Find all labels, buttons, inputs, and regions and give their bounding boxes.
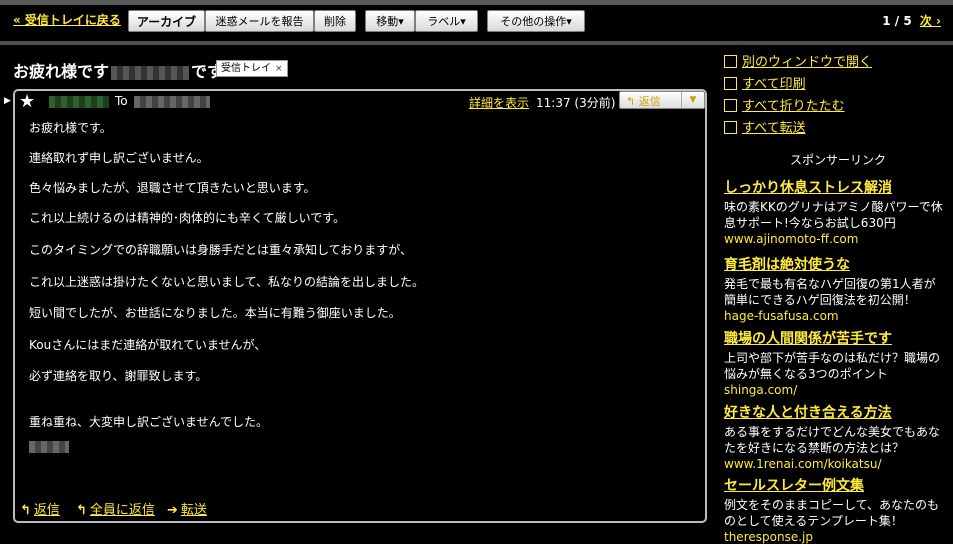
forward-all-icon — [724, 121, 737, 134]
ad-url[interactable]: www.1renai.com/koikatsu/ — [724, 457, 944, 471]
ad-item: 職場の人間関係が苦手です 上司や部下が苦手なのは私だけ？職場の悩みが無くなる3つ… — [724, 328, 944, 397]
ad-item: セールスレター例文集 例文をそのままコピーして、あなたのものとして使えるテンプレ… — [724, 475, 944, 544]
reply-button-label: ↰ 返信 — [626, 95, 661, 108]
delete-button[interactable]: 削除 — [314, 10, 356, 32]
expand-arrow-icon: ▶ — [4, 96, 11, 106]
next-link[interactable]: 次 › — [920, 14, 941, 28]
ad-url[interactable]: theresponse.jp — [724, 530, 944, 544]
open-new-window-link[interactable]: 別のウィンドウで開く — [742, 55, 872, 70]
body-line: これ以上迷惑は掛けたくないと思いまして、私なりの結論を出しました。 — [29, 275, 425, 289]
ad-title[interactable]: しっかり休息ストレス解消 — [724, 177, 944, 197]
collapse-all-action[interactable]: すべて折りたたむ — [724, 95, 845, 114]
ad-description: 上司や部下が苦手なのは私だけ？職場の悩みが無くなる3つのポイント — [724, 351, 941, 381]
body-line: お疲れ様です。 — [29, 121, 112, 135]
archive-button[interactable]: アーカイブ — [128, 10, 205, 32]
redacted-sender — [49, 96, 109, 108]
body-line: Kouさんにはまだ連絡が取れていませんが、 — [29, 338, 267, 352]
reply-action[interactable]: ↰ 返信 — [20, 499, 60, 518]
pager: 1 / 5 次 › — [882, 10, 941, 32]
forward-icon: ➔ — [167, 503, 178, 518]
redacted-signature — [29, 441, 69, 453]
ad-description: ある事をするだけでどんな美女でもあなたを好きになる禁断の方法とは？ — [724, 425, 941, 455]
print-all-action[interactable]: すべて印刷 — [724, 73, 806, 92]
label-chip-text: 受信トレイ — [221, 63, 271, 74]
report-spam-button[interactable]: 迷惑メールを報告 — [205, 10, 314, 32]
remove-label-icon[interactable]: × — [275, 64, 283, 74]
labels-button[interactable]: ラベル▾ — [415, 10, 478, 32]
message-panel: ★ To 詳細を表示 11:37 (3分前) ↰ 返信 ▼ お疲れ様です。 連絡… — [13, 89, 707, 523]
ad-title[interactable]: 職場の人間関係が苦手です — [724, 328, 944, 348]
forward-all-action[interactable]: すべて転送 — [724, 117, 806, 136]
toolbar-separator — [0, 41, 953, 45]
inbox-label-chip: 受信トレイ × — [216, 60, 288, 77]
collapse-all-link[interactable]: すべて折りたたむ — [742, 99, 845, 114]
sponsor-links-title: スポンサーリンク — [790, 153, 887, 167]
move-button[interactable]: 移動▾ — [365, 10, 415, 32]
reply-icon: ↰ — [20, 503, 31, 518]
subject-text-start: お疲れ様です — [13, 62, 110, 81]
body-line: これ以上続けるのは精神的･肉体的にも辛くて厳しいです。 — [29, 211, 346, 225]
ad-item: 育毛剤は絶対使うな 発毛で最も有名なハゲ回復の第1人者が簡単にできるハゲ回復法を… — [724, 254, 944, 323]
body-line: 必ず連絡を取り、謝罪致します。 — [29, 369, 208, 383]
reply-all-icon: ↰ — [76, 503, 87, 518]
more-actions-button[interactable]: その他の操作▾ — [487, 10, 585, 32]
reply-all-link[interactable]: 全員に返信 — [90, 503, 155, 518]
ad-item: 好きな人と付き合える方法 ある事をするだけでどんな美女でもあなたを好きになる禁断… — [724, 402, 944, 471]
body-line: 重ね重ね、大変申し訳ございませんでした。 — [29, 415, 269, 429]
message-time: 11:37 (3分前) — [536, 96, 616, 110]
reply-dropdown-icon[interactable]: ▼ — [681, 92, 704, 108]
forward-link[interactable]: 転送 — [181, 503, 207, 518]
ad-url[interactable]: www.ajinomoto-ff.com — [724, 232, 944, 246]
reply-link[interactable]: 返信 — [34, 503, 60, 518]
print-all-link[interactable]: すべて印刷 — [742, 77, 806, 92]
print-icon — [724, 77, 737, 90]
ad-title[interactable]: 育毛剤は絶対使うな — [724, 254, 944, 274]
forward-all-link[interactable]: すべて転送 — [742, 121, 806, 136]
subject-line: お疲れ様です です — [13, 58, 223, 82]
new-window-icon — [724, 55, 737, 68]
collapse-icon — [724, 99, 737, 112]
forward-action[interactable]: ➔ 転送 — [167, 499, 207, 518]
reply-all-action[interactable]: ↰ 全員に返信 — [76, 499, 155, 518]
ad-title[interactable]: 好きな人と付き合える方法 — [724, 402, 944, 422]
ad-title[interactable]: セールスレター例文集 — [724, 475, 944, 495]
star-icon[interactable]: ★ — [19, 91, 35, 112]
body-line: 連絡取れず申し訳ございません。 — [29, 151, 209, 165]
ad-url[interactable]: shinga.com/ — [724, 383, 944, 397]
body-line: 色々悩みましたが、退職させて頂きたいと思います。 — [29, 181, 316, 195]
ad-description: 味の素KKのグリナはアミノ酸パワーで休息サポート!今ならお試し630円 — [724, 200, 943, 230]
open-new-window-action[interactable]: 別のウィンドウで開く — [724, 51, 872, 70]
ad-description: 発毛で最も有名なハゲ回復の第1人者が簡単にできるハゲ回復法を初公開！ — [724, 277, 936, 307]
back-to-inbox-link[interactable]: « 受信トレイに戻る — [13, 10, 121, 30]
show-details-link[interactable]: 詳細を表示 — [469, 94, 529, 111]
reply-button[interactable]: ↰ 返信 ▼ — [619, 91, 705, 109]
page-count: 1 / 5 — [882, 14, 912, 28]
toolbar: « 受信トレイに戻る アーカイブ 迷惑メールを報告 削除 移動▾ ラベル▾ その… — [0, 5, 953, 41]
redacted-name — [111, 65, 190, 80]
ad-description: 例文をそのままコピーして、あなたのものとして使えるテンプレート集！ — [724, 498, 940, 528]
body-line: 短い間でしたが、お世話になりました。本当に有難う御座いました。 — [29, 306, 401, 320]
ad-url[interactable]: hage-fusafusa.com — [724, 309, 944, 323]
ad-item: しっかり休息ストレス解消 味の素KKのグリナはアミノ酸パワーで休息サポート!今な… — [724, 177, 944, 246]
redacted-recipient — [134, 96, 210, 108]
body-line: このタイミングでの辞職願いは身勝手だとは重々承知しておりますが、 — [29, 243, 413, 257]
to-label: To — [115, 94, 128, 108]
